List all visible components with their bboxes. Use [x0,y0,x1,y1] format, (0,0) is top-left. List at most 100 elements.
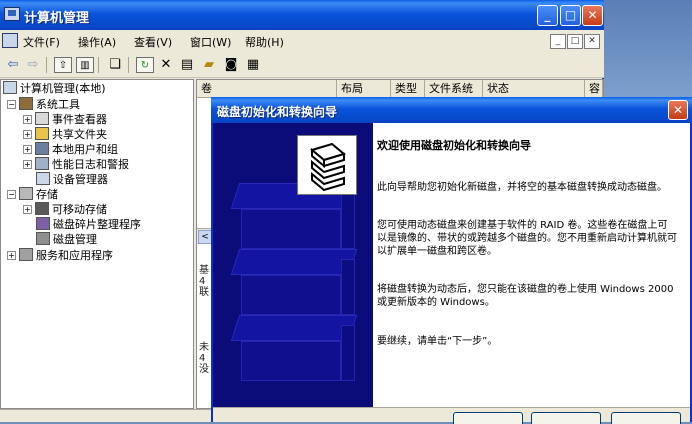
next-button[interactable] [531,412,601,424]
disk-wizard-logo-icon [297,135,357,195]
services-icon [19,248,33,261]
tree-root-label: 计算机管理(本地) [20,82,106,95]
tree-item-shared-folders[interactable]: + 共享文件夹 [23,127,107,143]
tools-icon [19,97,33,110]
disk-wizard-dialog: 磁盘初始化和转换向导 ✕ 欢迎使用磁盘初始化和转换向导 此向导帮助您初始化新磁盘… [211,97,692,424]
tree-item-label: 设备管理器 [53,173,108,186]
tree-item-event-viewer[interactable]: + 事件查看器 [23,112,107,128]
tree-item-label: 可移动存储 [52,203,107,216]
tree-item-label: 磁盘碎片整理程序 [53,218,141,231]
collapse-icon[interactable]: − [7,100,16,109]
expand-icon[interactable]: + [23,130,32,139]
column-volume[interactable]: 卷 [197,80,337,98]
maximize-button[interactable]: □ [560,5,581,26]
column-status[interactable]: 状态 [483,80,585,98]
tree-item-label: 系统工具 [36,98,80,111]
menu-action[interactable]: 操作(A) [78,34,116,50]
device-manager-icon [36,172,50,185]
expand-icon[interactable]: + [23,115,32,124]
wizard-paragraph-continue: 要继续，请单击“下一步”。 [377,336,498,347]
tree-item-device-manager[interactable]: 设备管理器 [36,172,108,188]
column-filesystem[interactable]: 文件系统 [425,80,483,98]
properties-icon[interactable]: ❏ [106,57,124,73]
scroll-left-button[interactable]: < [198,230,212,244]
column-layout[interactable]: 布局 [337,80,391,98]
menu-file[interactable]: 文件(F) [23,34,60,50]
toolbar-separator [46,57,47,73]
expand-icon[interactable]: + [23,145,32,154]
mdi-minimize-button[interactable]: _ [550,34,566,49]
tree-root[interactable]: 计算机管理(本地) [3,81,106,97]
dialog-close-button[interactable]: ✕ [668,100,688,120]
tree-item-performance-logs[interactable]: + 性能日志和警报 [23,157,129,173]
mdi-restore-button[interactable]: □ [567,34,583,49]
cancel-button[interactable] [611,412,681,424]
disk-management-icon [36,232,50,245]
event-viewer-icon [35,112,49,125]
column-type[interactable]: 类型 [391,80,425,98]
tree-item-storage[interactable]: − 存储 [7,187,58,203]
tree-item-disk-management[interactable]: 磁盘管理 [36,232,97,248]
console-tree: 计算机管理(本地) − 系统工具 + 事件查看器 + 共享文件夹 + 本地用户和组 + 性… [0,79,194,409]
column-capacity[interactable]: 容 [585,80,603,98]
computer-icon [3,81,17,94]
wizard-banner [213,123,373,407]
tree-item-label: 服务和应用程序 [36,249,113,262]
delete-icon[interactable]: ✕ [157,57,175,73]
tree-item-services-apps[interactable]: + 服务和应用程序 [7,248,113,264]
expand-icon[interactable]: + [7,251,16,260]
export-icon[interactable]: ▦ [244,57,262,73]
users-icon [35,142,49,155]
tree-item-system-tools[interactable]: − 系统工具 [7,97,80,113]
tree-item-defragmenter[interactable]: 磁盘碎片整理程序 [36,217,141,233]
tree-item-label: 存储 [36,188,58,201]
menu-window[interactable]: 窗口(W) [190,34,231,50]
refresh-icon[interactable]: ↻ [136,57,154,73]
disk-stack-graphic [230,249,358,315]
menu-bar: 文件(F) 操作(A) 查看(V) 窗口(W) 帮助(H) _ □ ✕ [0,30,604,52]
tree-item-removable-storage[interactable]: + 可移动存储 [23,202,107,218]
search-icon[interactable]: ◙ [222,57,240,73]
removable-storage-icon [35,202,49,215]
wizard-heading: 欢迎使用磁盘初始化和转换向导 [377,139,531,152]
menu-help[interactable]: 帮助(H) [245,34,284,50]
tree-item-label: 共享文件夹 [52,128,107,141]
tree-item-label: 性能日志和警报 [52,158,129,171]
forward-icon[interactable]: ⇨ [24,57,42,73]
dialog-body: 欢迎使用磁盘初始化和转换向导 此向导帮助您初始化新磁盘，并将空的基本磁盘转换成动… [213,123,690,407]
up-folder-icon[interactable]: ⇧ [54,57,72,73]
shared-folder-icon [35,127,49,140]
mmc-console-icon[interactable] [2,33,18,48]
show-tree-icon[interactable]: ▥ [76,57,94,73]
wizard-paragraph-windows: 将磁盘转换为动态后，您只能在该磁盘的卷上使用 Windows 2000 或更新版… [377,284,674,308]
minimize-button[interactable]: _ [537,5,558,26]
menu-view[interactable]: 查看(V) [134,34,172,50]
wizard-paragraph-raid: 您可使用动态磁盘来创建基于软件的 RAID 卷。这些卷在磁盘上可以是镜像的、带状… [377,220,677,257]
back-icon[interactable]: ⇦ [4,57,22,73]
wizard-paragraph-intro: 此向导帮助您初始化新磁盘，并将空的基本磁盘转换成动态磁盘。 [377,182,667,193]
tree-item-label: 磁盘管理 [53,233,97,246]
computer-management-icon [4,7,20,21]
window-title: 计算机管理 [24,11,90,26]
toolbar: ⇦ ⇨ ⇧ ▥ ❏ ↻ ✕ ▤ ▰ ◙ ▦ [0,52,604,78]
back-button[interactable] [453,412,523,424]
mdi-close-button[interactable]: ✕ [584,34,600,49]
folder-icon[interactable]: ▰ [200,57,218,73]
toolbar-separator [128,57,129,73]
performance-icon [35,157,49,170]
dialog-title: 磁盘初始化和转换向导 [217,105,338,119]
collapse-icon[interactable]: − [7,190,16,199]
expand-icon[interactable]: + [23,205,32,214]
defrag-icon [36,217,50,230]
close-button[interactable]: ✕ [582,5,603,26]
tree-item-label: 本地用户和组 [52,143,118,156]
dialog-titlebar[interactable]: 磁盘初始化和转换向导 ✕ [211,97,692,123]
storage-icon [19,187,33,200]
expand-icon[interactable]: + [23,160,32,169]
wizard-content: 欢迎使用磁盘初始化和转换向导 此向导帮助您初始化新磁盘，并将空的基本磁盘转换成动… [377,123,687,407]
open-icon[interactable]: ▤ [178,57,196,73]
dialog-button-bar [213,407,690,424]
tree-item-local-users[interactable]: + 本地用户和组 [23,142,118,158]
window-titlebar[interactable]: 计算机管理 _ □ ✕ [0,0,604,30]
disk-stack-graphic [230,315,358,381]
